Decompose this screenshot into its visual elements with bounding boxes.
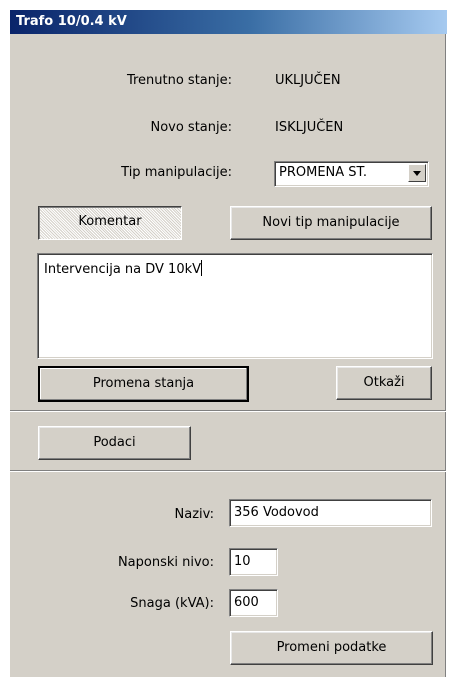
separator (10, 470, 446, 472)
current-state-label: Trenutno stanje: (126, 73, 232, 88)
power-input[interactable]: 600 (229, 589, 278, 617)
comment-text: Intervencija na DV 10kV (44, 262, 202, 277)
comment-textarea[interactable]: Intervencija na DV 10kV (37, 253, 433, 359)
separator (10, 410, 446, 412)
voltage-level-input[interactable]: 10 (229, 548, 278, 576)
voltage-level-label: Naponski nivo: (117, 555, 214, 570)
power-label: Snaga (kVA): (130, 596, 214, 611)
power-value: 600 (234, 595, 259, 610)
chevron-down-icon[interactable] (408, 164, 426, 182)
comment-toggle-button[interactable]: Komentar (38, 206, 182, 240)
name-label: Naziv: (174, 507, 215, 522)
transformer-dialog: Trafo 10/0.4 kV Trenutno stanje: UKLJUČE… (9, 10, 447, 677)
new-state-label: Novo stanje: (150, 120, 232, 135)
change-data-button[interactable]: Promeni podatke (230, 631, 433, 665)
manipulation-type-label: Tip manipulacije: (121, 165, 232, 180)
text-cursor (201, 260, 203, 276)
voltage-level-value: 10 (234, 554, 251, 569)
new-manipulation-type-button[interactable]: Novi tip manipulacije (230, 206, 432, 240)
name-input[interactable]: 356 Vodovod (229, 499, 432, 527)
new-state-value: ISKLJUČEN (275, 120, 344, 135)
name-value: 356 Vodovod (234, 505, 319, 520)
manipulation-type-value: PROMENA ST. (279, 165, 368, 180)
window-title: Trafo 10/0.4 kV (10, 10, 447, 34)
data-button[interactable]: Podaci (38, 426, 191, 460)
change-state-button[interactable]: Promena stanja (38, 366, 249, 402)
current-state-value: UKLJUČEN (275, 73, 341, 88)
cancel-button[interactable]: Otkaži (336, 366, 432, 400)
manipulation-type-select[interactable]: PROMENA ST. (274, 161, 429, 187)
